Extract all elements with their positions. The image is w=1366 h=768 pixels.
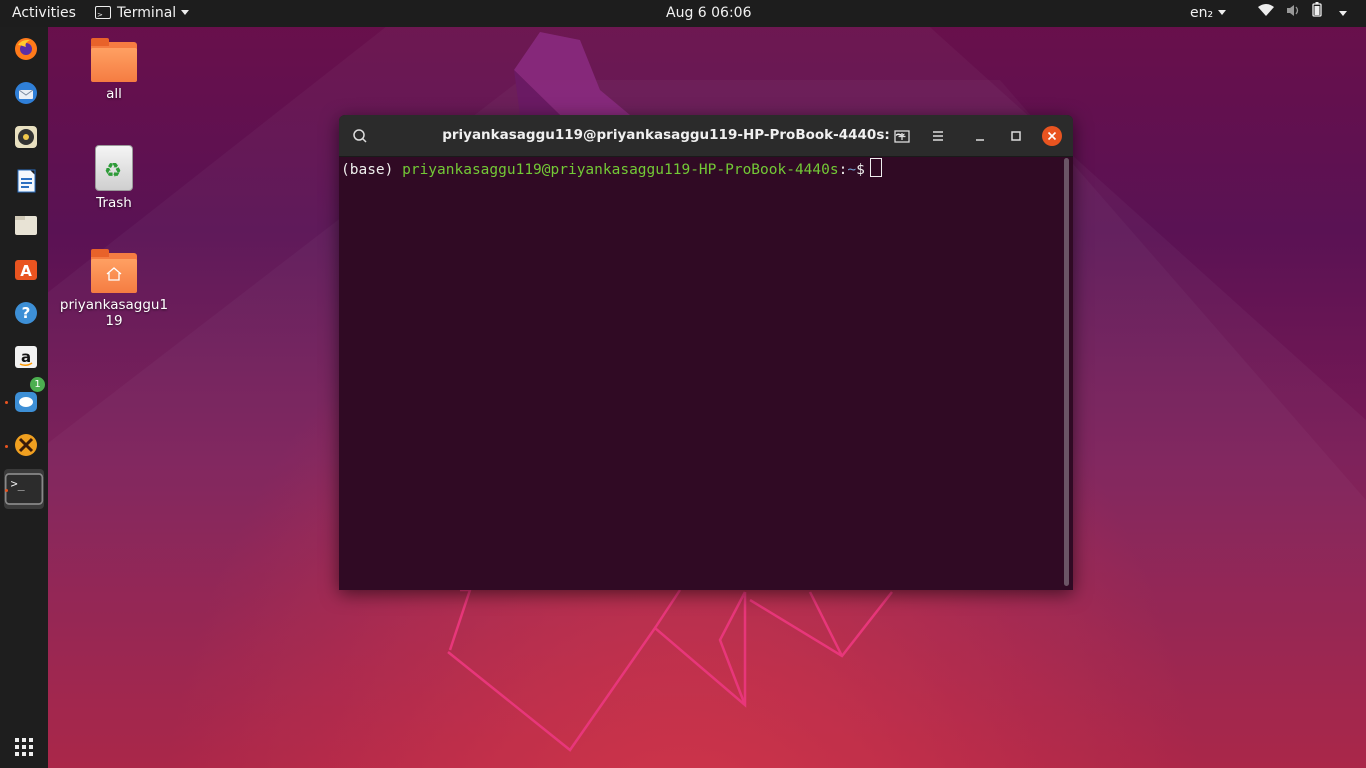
dock-writer[interactable] <box>4 161 44 201</box>
desktop-icon-home[interactable]: priyankasaggu1 19 <box>59 249 169 329</box>
svg-text:>_: >_ <box>11 476 26 490</box>
desktop-icon-all[interactable]: all <box>59 38 169 102</box>
folder-icon <box>91 38 137 82</box>
prompt-path: ~ <box>847 162 857 178</box>
text-cursor <box>869 158 882 177</box>
thunderbird-icon <box>15 82 37 104</box>
ubuntu-software-icon: A <box>15 260 37 280</box>
dock-thunderbird[interactable] <box>4 73 44 113</box>
language-indicator[interactable]: en₂ <box>1190 0 1227 27</box>
chevron-down-icon <box>181 10 190 15</box>
search-icon <box>353 129 367 143</box>
prompt-env: (base) <box>341 162 403 178</box>
new-tab-button[interactable] <box>889 123 915 149</box>
running-indicator <box>5 401 8 404</box>
desktop-icon-label: priyankasaggu1 19 <box>59 297 169 329</box>
close-button[interactable] <box>1042 126 1062 146</box>
terminal-window[interactable]: priyankasaggu119@priyankasaggu119-HP-Pro… <box>339 115 1073 590</box>
app-menu-label: Terminal <box>117 5 177 21</box>
dock-amazon[interactable]: a <box>4 337 44 377</box>
minimize-icon <box>976 139 984 141</box>
desktop-icon-label: all <box>106 86 122 102</box>
new-tab-icon <box>894 130 910 143</box>
dock-ubuntu-software[interactable]: A <box>4 249 44 289</box>
minimize-button[interactable] <box>967 123 993 149</box>
desktop-icon-trash[interactable]: ♻ Trash <box>59 145 169 211</box>
volume-icon <box>1286 0 1300 27</box>
help-icon: ? <box>15 302 37 324</box>
scrollbar[interactable] <box>1064 158 1069 586</box>
menu-button[interactable] <box>925 123 951 149</box>
dock-firefox[interactable] <box>4 29 44 69</box>
language-label: en₂ <box>1190 5 1214 21</box>
wifi-icon <box>1258 0 1274 27</box>
chevron-down-icon <box>1218 10 1227 15</box>
maximize-icon <box>1011 131 1021 141</box>
files-icon <box>15 216 37 235</box>
amazon-icon: a <box>15 346 37 368</box>
dock-app[interactable] <box>4 425 44 465</box>
dock: A ? a 1 >_ <box>0 27 48 768</box>
top-bar: Activities Terminal Aug 6 06:06 en₂ <box>0 0 1366 29</box>
firefox-icon <box>15 38 37 60</box>
search-button[interactable] <box>347 123 373 149</box>
desktop-icon-label: Trash <box>96 195 132 211</box>
system-tray[interactable] <box>1258 0 1359 27</box>
battery-icon <box>1312 0 1322 27</box>
dock-files[interactable] <box>4 205 44 245</box>
running-indicator <box>5 489 8 492</box>
window-title: priyankasaggu119@priyankasaggu119-HP-Pro… <box>442 127 906 143</box>
activities-button[interactable]: Activities <box>12 0 76 27</box>
rhythmbox-icon <box>15 126 37 148</box>
dock-help[interactable]: ? <box>4 293 44 333</box>
home-folder-icon <box>91 249 137 293</box>
app-menu[interactable]: Terminal <box>95 0 190 29</box>
close-icon <box>1047 131 1057 141</box>
prompt-line: (base) priyankasaggu119@priyankasaggu119… <box>341 158 882 178</box>
maximize-button[interactable] <box>1003 123 1029 149</box>
terminal-icon <box>95 2 111 29</box>
chevron-down-icon <box>1339 11 1347 16</box>
show-applications-icon[interactable] <box>15 738 33 756</box>
hamburger-menu-icon <box>933 131 943 141</box>
terminal-header-bar[interactable]: priyankasaggu119@priyankasaggu119-HP-Pro… <box>339 115 1073 157</box>
dock-terminal[interactable]: >_ <box>4 469 44 509</box>
clock[interactable]: Aug 6 06:06 <box>666 0 752 27</box>
running-indicator <box>5 445 8 448</box>
svg-text:?: ? <box>22 304 31 322</box>
terminal-output[interactable]: (base) priyankasaggu119@priyankasaggu119… <box>339 157 1064 590</box>
terminal-icon: >_ <box>4 473 44 505</box>
dock-rhythmbox[interactable] <box>4 117 44 157</box>
desktop-background: Activities Terminal Aug 6 06:06 en₂ <box>0 0 1366 768</box>
prompt-user-host: priyankasaggu119@priyankasaggu119-HP-Pro… <box>402 162 839 178</box>
trash-icon: ♻ <box>95 145 133 191</box>
dock-chat[interactable]: 1 <box>4 377 45 421</box>
prompt-symbol: $ <box>856 162 865 178</box>
notification-badge: 1 <box>30 377 45 392</box>
svg-text:A: A <box>20 262 32 280</box>
libreoffice-writer-icon <box>17 169 36 193</box>
app-icon <box>15 434 37 456</box>
chat-icon <box>15 392 37 412</box>
svg-text:a: a <box>21 348 31 366</box>
